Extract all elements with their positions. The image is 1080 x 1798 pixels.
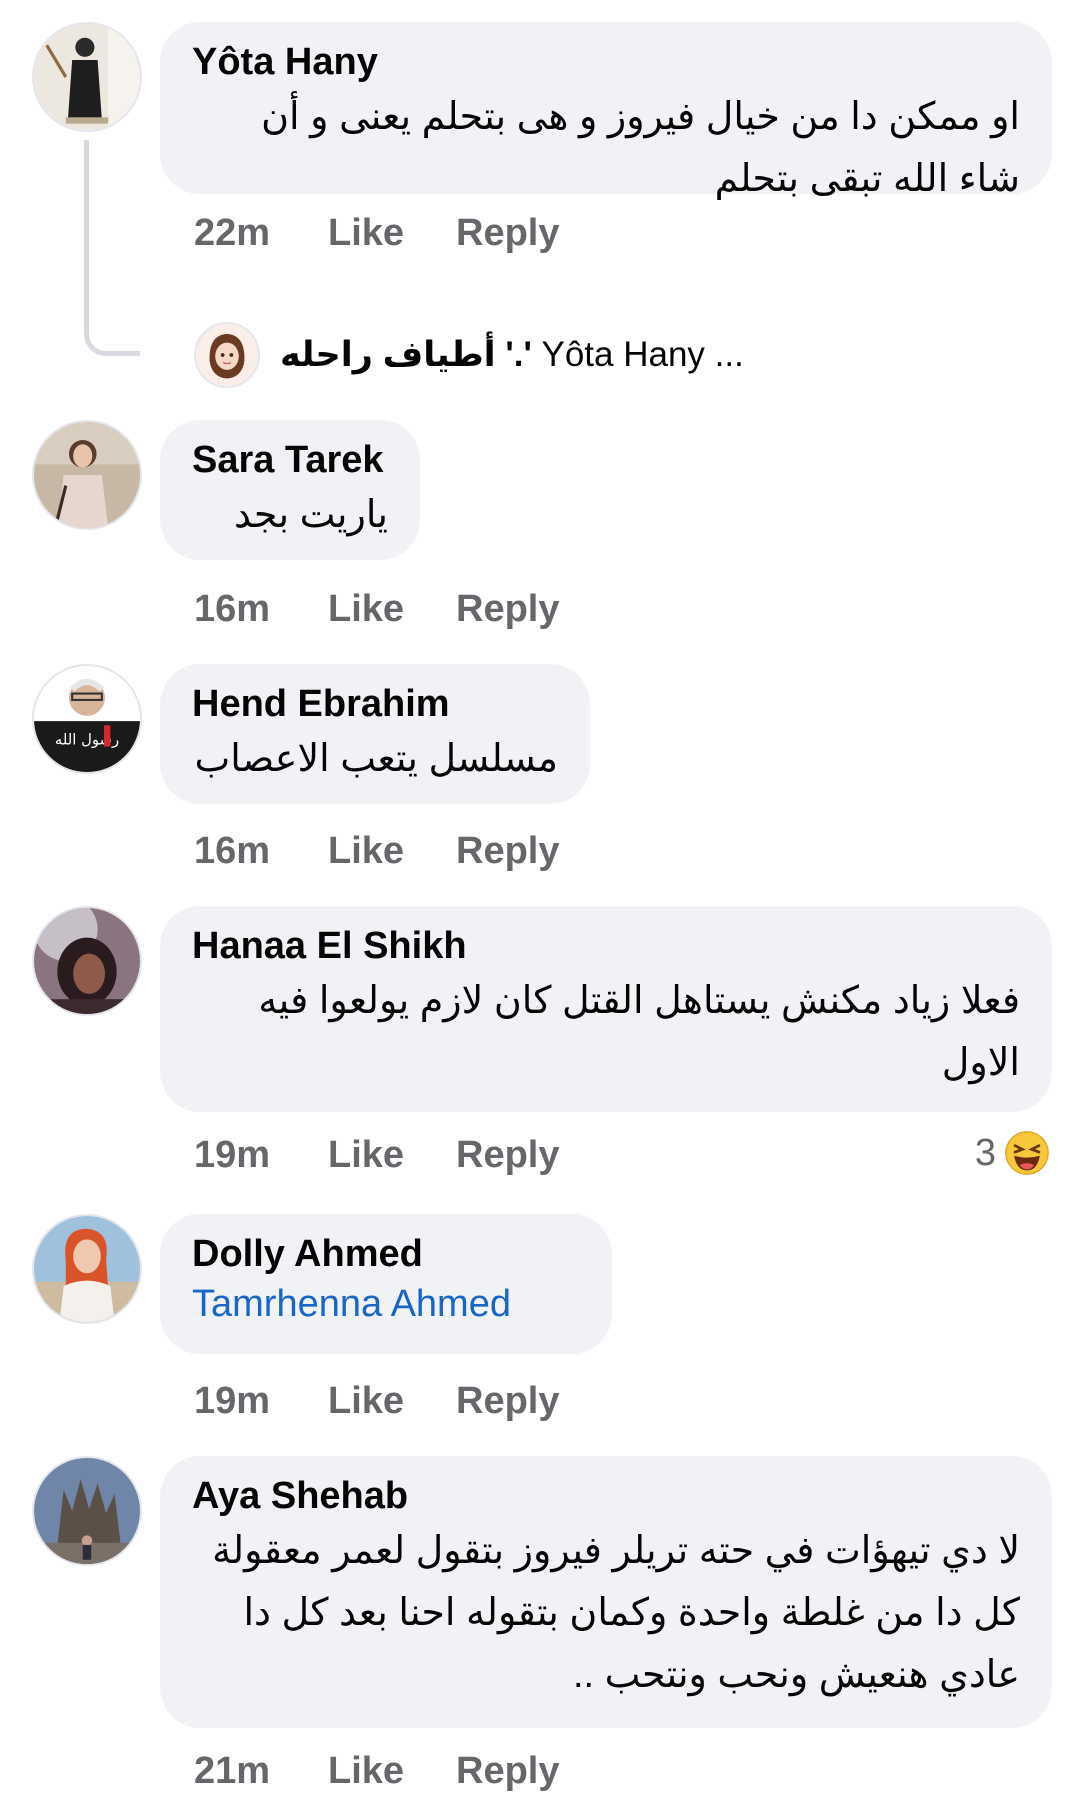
avatar: [194, 322, 260, 388]
reply-button[interactable]: Reply: [456, 826, 559, 876]
comment-actions: 16m Like Reply: [194, 584, 559, 634]
reaction-count: 3: [974, 1131, 996, 1174]
reply-button[interactable]: Reply: [456, 584, 559, 634]
comment-text: او ممكن دا من خيال فيروز و هى بتحلم يعنى…: [261, 96, 1020, 200]
comment-actions: 21m Like Reply: [194, 1746, 559, 1796]
reply-button[interactable]: Reply: [456, 1376, 559, 1426]
reaction-summary[interactable]: 3: [975, 1126, 1050, 1176]
reply-preview[interactable]: أطياف راحله '.' Yôta Hany ...: [194, 322, 744, 388]
avatar[interactable]: [32, 906, 142, 1016]
comment-bubble: Sara Tarek ياريت بجد: [160, 420, 420, 560]
like-button[interactable]: Like: [328, 208, 456, 258]
avatar[interactable]: [32, 1456, 142, 1566]
like-button[interactable]: Like: [328, 1376, 456, 1426]
comment-author[interactable]: Dolly Ahmed: [192, 1230, 580, 1278]
reply-preview-name: أطياف راحله '.': [280, 335, 532, 374]
comment-bubble: Aya Shehab لا دي تيهؤات في حته تريلر فير…: [160, 1456, 1052, 1728]
comment-actions: 19m Like Reply: [194, 1376, 559, 1426]
comment-time: 22m: [194, 212, 271, 254]
comment-actions: 16m Like Reply: [194, 826, 559, 876]
avatar[interactable]: [32, 1214, 142, 1324]
comment-bubble: Yôta Hany او ممكن دا من خيال فيروز و هى …: [160, 22, 1052, 200]
comment-actions: 22m Like Reply: [194, 208, 559, 258]
comment-bubble: Dolly Ahmed Tamrhenna Ahmed: [160, 1214, 612, 1354]
comment-text: لا دي تيهؤات في حته تريلر فيروز بتقول لع…: [212, 1530, 1020, 1696]
comment-author[interactable]: Hanaa El Shikh: [192, 922, 1020, 970]
reply-button[interactable]: Reply: [456, 208, 559, 258]
comment-time: 21m: [194, 1750, 271, 1792]
comment-author[interactable]: Aya Shehab: [192, 1472, 1020, 1520]
like-button[interactable]: Like: [328, 1130, 456, 1180]
comment-time: 16m: [194, 830, 271, 872]
comment-time: 19m: [194, 1380, 271, 1422]
comment-author[interactable]: Sara Tarek: [192, 436, 388, 484]
comment-time: 16m: [194, 588, 271, 630]
avatar[interactable]: رسول الله: [32, 664, 142, 774]
tagged-user-link[interactable]: Tamrhenna Ahmed: [192, 1278, 580, 1330]
comment-text: مسلسل يتعب الاعصاب: [194, 738, 558, 780]
reply-thread-line: [84, 140, 140, 356]
comment-bubble: Hanaa El Shikh فعلا زياد مكنش يستاهل الق…: [160, 906, 1052, 1112]
comment-actions: 19m Like Reply: [194, 1130, 559, 1180]
reply-button[interactable]: Reply: [456, 1130, 559, 1180]
laughing-emoji-icon: [1004, 1130, 1050, 1175]
comment-author[interactable]: Yôta Hany: [192, 38, 1020, 86]
comment-bubble: Hend Ebrahim مسلسل يتعب الاعصاب: [160, 664, 590, 804]
like-button[interactable]: Like: [328, 826, 456, 876]
reply-preview-text: أطياف راحله '.' Yôta Hany ...: [280, 335, 744, 375]
comment-time: 19m: [194, 1134, 271, 1176]
comment-author[interactable]: Hend Ebrahim: [192, 680, 558, 728]
like-button[interactable]: Like: [328, 584, 456, 634]
reply-preview-snippet: Yôta Hany ...: [541, 335, 744, 374]
like-button[interactable]: Like: [328, 1746, 456, 1796]
reply-button[interactable]: Reply: [456, 1746, 559, 1796]
comment-text: ياريت بجد: [233, 494, 388, 536]
comment-text: فعلا زياد مكنش يستاهل القتل كان لازم يول…: [258, 980, 1020, 1084]
avatar[interactable]: [32, 22, 142, 132]
avatar[interactable]: [32, 420, 142, 530]
